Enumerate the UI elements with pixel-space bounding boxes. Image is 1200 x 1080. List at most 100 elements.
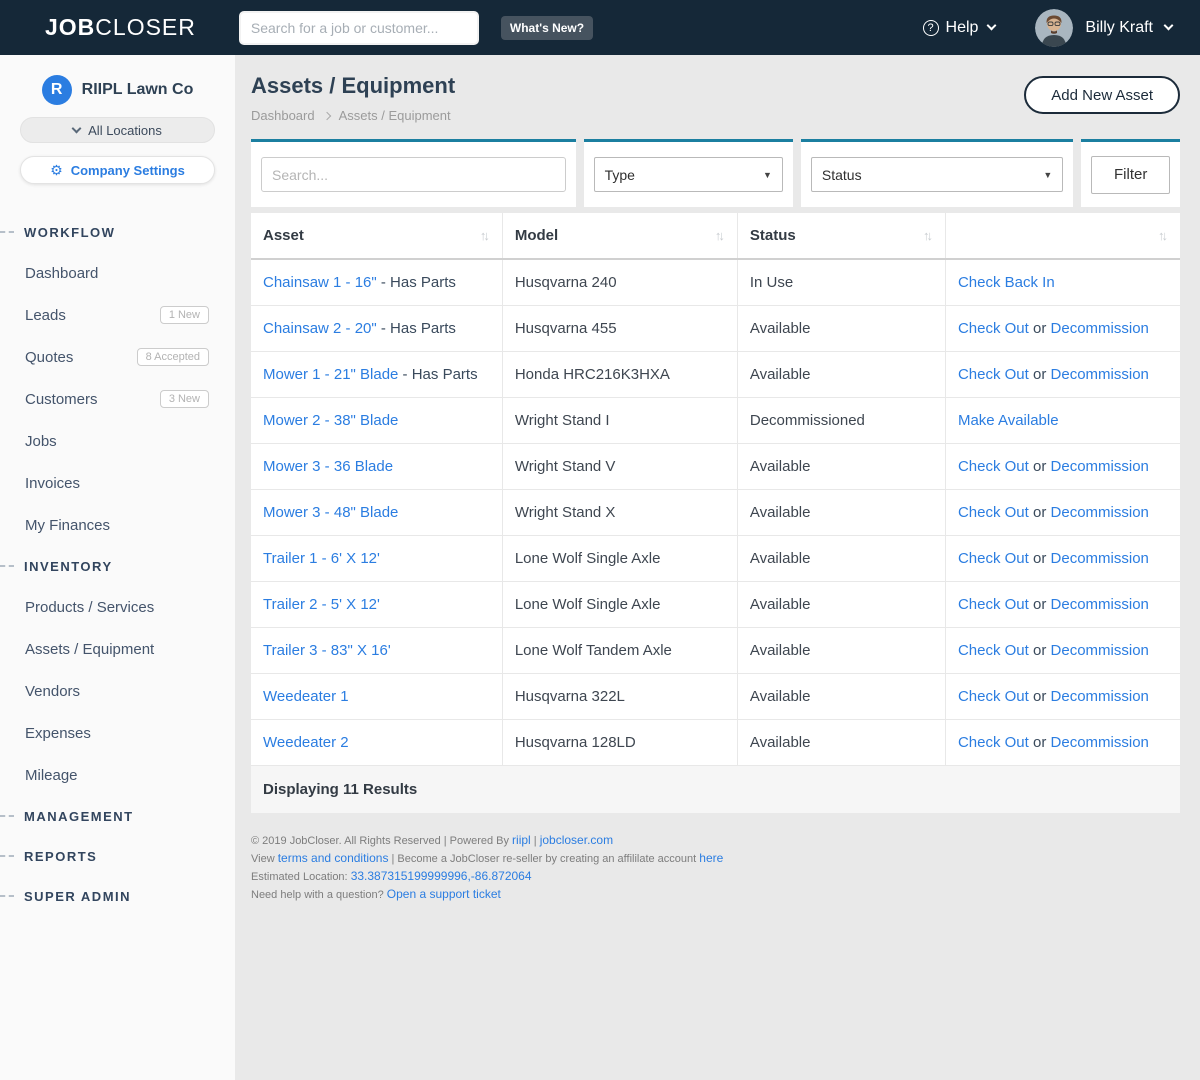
asset-link[interactable]: Trailer 3 - 83" X 16' [263,642,391,659]
gear-icon: ⚙ [50,163,63,177]
sidebar-item-my-finances[interactable]: My Finances [0,504,235,546]
table-row: Trailer 3 - 83" X 16'Lone Wolf Tandem Ax… [251,628,1180,674]
global-search-input[interactable] [239,11,479,45]
asset-link[interactable]: Weedeater 1 [263,688,349,705]
action-link-decommission[interactable]: Decommission [1051,504,1149,521]
jobcloser-link[interactable]: jobcloser.com [540,833,613,847]
sidebar-item-label: Leads [25,307,66,324]
action-link-decommission[interactable]: Decommission [1051,320,1149,337]
action-link-decommission[interactable]: Decommission [1051,734,1149,751]
sidebar-item-label: My Finances [25,517,110,534]
action-link-check-out[interactable]: Check Out [958,642,1029,659]
asset-cell: Trailer 2 - 5' X 12' [251,582,502,627]
action-link-check-back-in[interactable]: Check Back In [958,274,1055,291]
filter-bar: Type ▼ Status ▼ Filter [251,139,1180,207]
actions-cell: Check Out or Decommission [945,582,1180,627]
asset-link[interactable]: Mower 2 - 38" Blade [263,412,398,429]
action-link-check-out[interactable]: Check Out [958,688,1029,705]
sidebar-item-dashboard[interactable]: Dashboard [0,252,235,294]
add-new-asset-button[interactable]: Add New Asset [1024,76,1180,114]
sidebar: R RIIPL Lawn Co All Locations ⚙ Company … [0,55,235,1080]
company-settings-button[interactable]: ⚙ Company Settings [20,156,215,184]
chevron-down-icon [72,124,82,134]
sort-icon[interactable]: ↑↓ [923,228,933,243]
action-link-check-out[interactable]: Check Out [958,734,1029,751]
asset-link[interactable]: Trailer 2 - 5' X 12' [263,596,380,613]
sidebar-item-customers[interactable]: Customers3 New [0,378,235,420]
action-link-check-out[interactable]: Check Out [958,550,1029,567]
sidebar-item-label: Assets / Equipment [25,641,154,658]
sort-icon[interactable]: ↑↓ [1158,228,1168,243]
sidebar-section-reports[interactable]: REPORTS [0,836,235,876]
riipl-link[interactable]: riipl [512,833,531,847]
page-title: Assets / Equipment [251,73,455,99]
sidebar-item-quotes[interactable]: Quotes8 Accepted [0,336,235,378]
column-header-actions: ↑↓ [945,213,1180,258]
terms-and-conditions-link[interactable]: terms and conditions [278,851,389,865]
or-text: or [1029,504,1051,521]
action-link-decommission[interactable]: Decommission [1051,688,1149,705]
sidebar-item-expenses[interactable]: Expenses [0,712,235,754]
breadcrumb-link-dashboard[interactable]: Dashboard [251,108,315,123]
type-select[interactable]: Type ▼ [594,157,783,192]
action-link-decommission[interactable]: Decommission [1051,366,1149,383]
asset-link[interactable]: Mower 3 - 48" Blade [263,504,398,521]
sidebar-nav: WORKFLOWDashboard Leads 1 New Quotes8 Accep… [0,212,235,916]
help-menu[interactable]: ? Help [923,19,996,37]
action-link-check-out[interactable]: Check Out [958,366,1029,383]
action-link-check-out[interactable]: Check Out [958,320,1029,337]
status-cell: In Use [737,260,945,305]
action-link-check-out[interactable]: Check Out [958,596,1029,613]
location-coordinates: 33.387315199999996,-86.872064 [351,869,532,883]
sidebar-item-invoices[interactable]: Invoices [0,462,235,504]
app-logo[interactable]: JOBCLOSER [45,14,196,41]
whats-new-button[interactable]: What's New? [501,16,593,40]
asset-link[interactable]: Mower 3 - 36 Blade [263,458,393,475]
sidebar-item-leads[interactable]: Leads 1 New [0,294,235,336]
asset-link[interactable]: Trailer 1 - 6' X 12' [263,550,380,567]
table-header: Asset ↑↓ Model ↑↓ Status ↑↓ ↑↓ [251,213,1180,260]
action-link-decommission[interactable]: Decommission [1051,550,1149,567]
all-locations-dropdown[interactable]: All Locations [20,117,215,143]
dropdown-caret-icon: ▼ [763,170,772,180]
support-ticket-link[interactable]: Open a support ticket [387,887,501,901]
actions-cell: Check Out or Decommission [945,628,1180,673]
table-row: Trailer 2 - 5' X 12'Lone Wolf Single Axl… [251,582,1180,628]
sidebar-item-mileage[interactable]: Mileage [0,754,235,796]
sidebar-item-vendors[interactable]: Vendors [0,670,235,712]
action-link-decommission[interactable]: Decommission [1051,596,1149,613]
sidebar-section-management[interactable]: MANAGEMENT [0,796,235,836]
or-text: or [1029,596,1051,613]
sidebar-item-label: Expenses [25,725,91,742]
status-select[interactable]: Status ▼ [811,157,1063,192]
asset-link[interactable]: Chainsaw 1 - 16" [263,274,377,291]
sidebar-section-inventory[interactable]: INVENTORY [0,546,235,586]
user-avatar[interactable] [1035,9,1073,47]
filter-button[interactable]: Filter [1091,156,1170,194]
filter-search-input[interactable] [261,157,566,192]
sidebar-item-jobs[interactable]: Jobs [0,420,235,462]
results-summary-row: Displaying 11 Results [251,766,1180,813]
asset-link[interactable]: Mower 1 - 21" Blade [263,366,398,383]
user-name[interactable]: Billy Kraft [1085,19,1153,37]
action-link-make-available[interactable]: Make Available [958,412,1059,429]
sort-icon[interactable]: ↑↓ [715,228,725,243]
action-link-check-out[interactable]: Check Out [958,458,1029,475]
affiliate-here-link[interactable]: here [699,851,723,865]
actions-cell: Check Out or Decommission [945,352,1180,397]
asset-link[interactable]: Chainsaw 2 - 20" [263,320,377,337]
sidebar-section-super-admin[interactable]: SUPER ADMIN [0,876,235,916]
section-header-label: REPORTS [24,849,97,864]
action-link-decommission[interactable]: Decommission [1051,642,1149,659]
or-text: or [1029,366,1051,383]
action-link-decommission[interactable]: Decommission [1051,458,1149,475]
sidebar-item-assets-equipment[interactable]: Assets / Equipment [0,628,235,670]
action-link-check-out[interactable]: Check Out [958,504,1029,521]
sidebar-section-workflow[interactable]: WORKFLOW [0,212,235,252]
sidebar-item-badge: 1 New [160,306,209,324]
user-chevron-down-icon[interactable] [1164,21,1174,31]
table-body: Chainsaw 1 - 16" - Has PartsHusqvarna 24… [251,260,1180,766]
sort-icon[interactable]: ↑↓ [480,228,490,243]
sidebar-item-products-services[interactable]: Products / Services [0,586,235,628]
asset-link[interactable]: Weedeater 2 [263,734,349,751]
